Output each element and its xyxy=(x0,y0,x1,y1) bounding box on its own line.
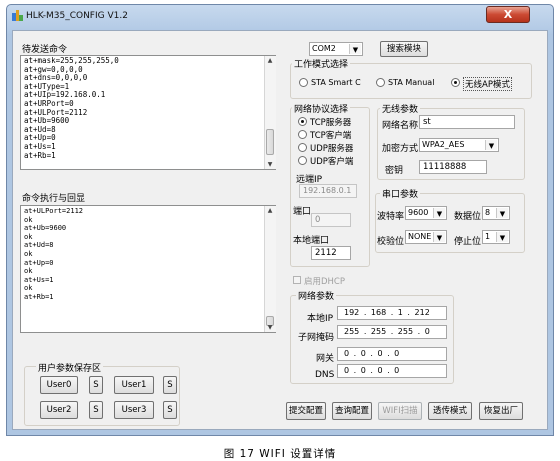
chevron-down-icon: ▼ xyxy=(485,140,497,150)
send-commands-textarea[interactable]: at+mask=255,255,255,0 at+gw=0,0,0,0 at+d… xyxy=(20,55,276,170)
mode-ap-label: 无线AP模式 xyxy=(463,77,512,91)
udp-client-label: UDP客户端 xyxy=(310,157,354,167)
chevron-down-icon: ▼ xyxy=(433,232,445,242)
databits-select[interactable]: 8 ▼ xyxy=(482,206,510,220)
tcp-client-radio[interactable] xyxy=(298,130,307,139)
remote-port-label: 端口 xyxy=(293,207,312,217)
chevron-down-icon: ▼ xyxy=(349,44,361,54)
save-user1-button[interactable]: S xyxy=(163,376,177,394)
parity-label: 校验位 xyxy=(377,237,405,247)
query-config-button[interactable]: 查询配置 xyxy=(332,402,372,420)
save-user0-button[interactable]: S xyxy=(89,376,103,394)
window-title: HLK-M35_CONFIG V1.2 xyxy=(26,11,128,21)
local-ip-input[interactable]: 192 . 168 . 1 . 212 xyxy=(337,306,447,320)
subnet-mask-input[interactable]: 255 . 255 . 255 . 0 xyxy=(337,325,447,339)
send-commands-label: 待发送命令 xyxy=(22,45,68,55)
dhcp-label: 启用DHCP xyxy=(304,277,345,287)
scroll-thumb[interactable] xyxy=(266,129,274,155)
mode-sta-smart-radio[interactable] xyxy=(299,78,308,87)
save-user2-button[interactable]: S xyxy=(89,401,103,419)
result-textarea[interactable]: at+ULPort=2112 ok at+Ub=9600 ok at+Ud=8 … xyxy=(20,205,276,333)
protocol-label: 网络协议选择 xyxy=(292,102,351,115)
mode-sta-manual-radio[interactable] xyxy=(376,78,385,87)
parity-select[interactable]: NONE ▼ xyxy=(405,230,447,244)
user1-button[interactable]: User1 xyxy=(114,376,154,394)
scroll-up-icon[interactable]: ▲ xyxy=(264,207,276,214)
udp-server-label: UDP服务器 xyxy=(310,144,354,154)
user3-button[interactable]: User3 xyxy=(114,401,154,419)
chevron-down-icon: ▼ xyxy=(433,208,445,218)
gateway-label: 网关 xyxy=(316,354,335,364)
parity-value: NONE xyxy=(408,232,432,241)
com-port-select[interactable]: COM2 ▼ xyxy=(309,42,363,56)
stopbits-select[interactable]: 1 ▼ xyxy=(482,230,510,244)
wireless-label: 无线参数 xyxy=(380,102,421,115)
ssid-input[interactable]: st xyxy=(419,115,515,129)
transparent-mode-button[interactable]: 透传模式 xyxy=(428,402,472,420)
databits-label: 数据位 xyxy=(454,212,482,222)
result-label: 命令执行与回显 xyxy=(22,194,86,204)
factory-reset-button[interactable]: 恢复出厂 xyxy=(479,402,523,420)
network-label: 网络参数 xyxy=(296,289,337,302)
mode-sta-manual-label: STA Manual xyxy=(388,78,435,87)
mode-sta-smart-label: STA Smart C xyxy=(311,78,361,87)
dns-label: DNS xyxy=(315,370,335,380)
encryption-label: 加密方式 xyxy=(382,144,419,154)
baud-select[interactable]: 9600 ▼ xyxy=(405,206,447,220)
user0-button[interactable]: User0 xyxy=(40,376,78,394)
wifi-scan-button[interactable]: WIFI扫描 xyxy=(378,402,422,420)
scroll-down-icon[interactable]: ▼ xyxy=(264,161,276,168)
chevron-down-icon: ▼ xyxy=(496,232,508,242)
local-ip-label: 本地IP xyxy=(307,314,334,324)
encryption-value: WPA2_AES xyxy=(422,140,465,149)
baud-label: 波特率 xyxy=(377,212,405,222)
tcp-server-label: TCP服务器 xyxy=(310,118,352,128)
search-module-button[interactable]: 搜索模块 xyxy=(380,41,428,57)
mode-ap-radio[interactable] xyxy=(451,78,460,87)
user-params-label: 用户参数保存区 xyxy=(36,361,104,374)
ssid-label: 网络名称 xyxy=(382,121,419,131)
figure-caption: 图 17 WIFI 设置详情 xyxy=(223,448,337,460)
tcp-server-radio[interactable] xyxy=(298,117,307,126)
save-user3-button[interactable]: S xyxy=(163,401,177,419)
gateway-input[interactable]: 0 . 0 . 0 . 0 xyxy=(337,347,447,361)
udp-client-radio[interactable] xyxy=(298,156,307,165)
app-icon xyxy=(12,10,23,21)
scroll-up-icon[interactable]: ▲ xyxy=(264,57,276,64)
local-port-label: 本地端口 xyxy=(293,236,330,246)
remote-port-input[interactable]: 0 xyxy=(311,213,351,227)
com-port-value: COM2 xyxy=(312,44,336,53)
stopbits-label: 停止位 xyxy=(454,237,482,247)
chevron-down-icon: ▼ xyxy=(496,208,508,218)
encryption-select[interactable]: WPA2_AES ▼ xyxy=(419,138,499,152)
local-port-input[interactable]: 2112 xyxy=(311,246,351,260)
databits-value: 8 xyxy=(485,208,491,217)
result-scrollbar[interactable] xyxy=(264,206,276,332)
remote-ip-input[interactable]: 192.168.0.1 xyxy=(299,184,357,198)
tcp-client-label: TCP客户端 xyxy=(310,131,352,141)
submit-config-button[interactable]: 提交配置 xyxy=(286,402,326,420)
stopbits-value: 1 xyxy=(485,232,491,241)
subnet-mask-label: 子网掩码 xyxy=(298,333,335,343)
key-label: 密钥 xyxy=(385,166,404,176)
close-button[interactable]: X xyxy=(486,6,530,23)
dns-input[interactable]: 0 . 0 . 0 . 0 xyxy=(337,364,447,378)
baud-value: 9600 xyxy=(408,208,429,217)
key-input[interactable]: 11118888 xyxy=(419,160,487,174)
serial-label: 串口参数 xyxy=(380,187,421,200)
user2-button[interactable]: User2 xyxy=(40,401,78,419)
udp-server-radio[interactable] xyxy=(298,143,307,152)
scroll-down-icon[interactable]: ▼ xyxy=(264,324,276,331)
dhcp-checkbox[interactable] xyxy=(293,276,301,284)
work-mode-label: 工作模式选择 xyxy=(292,57,351,70)
